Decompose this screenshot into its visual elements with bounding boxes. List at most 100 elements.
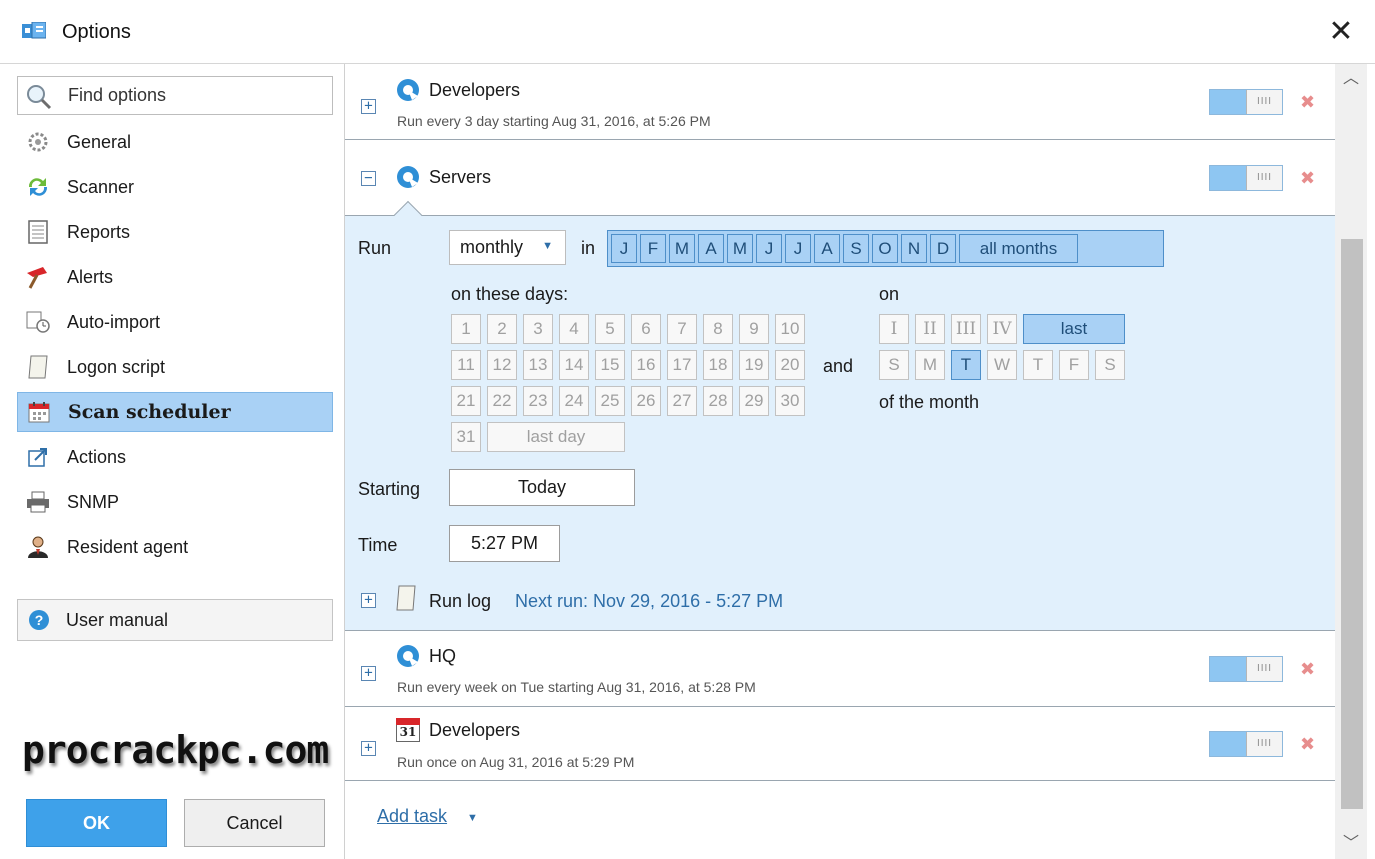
last-week-toggle[interactable]: last (1023, 314, 1125, 344)
time-field[interactable]: 5:27 PM (449, 525, 560, 562)
month-toggle-may[interactable]: M (727, 234, 753, 263)
add-task-link[interactable]: Add task (377, 806, 447, 827)
month-toggle-jun[interactable]: J (756, 234, 782, 263)
day-toggle[interactable]: 5 (595, 314, 625, 344)
day-toggle[interactable]: 3 (523, 314, 553, 344)
day-toggle[interactable]: 8 (703, 314, 733, 344)
day-toggle[interactable]: 4 (559, 314, 589, 344)
day-toggle[interactable]: 1 (451, 314, 481, 344)
ordinal-toggle[interactable]: IV (987, 314, 1017, 344)
delete-task-icon[interactable]: ✖ (1300, 168, 1315, 189)
day-toggle[interactable]: 28 (703, 386, 733, 416)
day-toggle[interactable]: 19 (739, 350, 769, 380)
expand-button[interactable]: + (361, 666, 376, 681)
weekday-toggle[interactable]: T (1023, 350, 1053, 380)
day-toggle[interactable]: 20 (775, 350, 805, 380)
weekday-toggle[interactable]: S (1095, 350, 1125, 380)
day-toggle[interactable]: 21 (451, 386, 481, 416)
day-toggle[interactable]: 25 (595, 386, 625, 416)
sidebar-item-snmp[interactable]: SNMP (17, 482, 333, 522)
weekday-toggle[interactable]: W (987, 350, 1017, 380)
weekday-toggle[interactable]: S (879, 350, 909, 380)
month-toggle-jan[interactable]: J (611, 234, 637, 263)
day-toggle[interactable]: 15 (595, 350, 625, 380)
day-toggle[interactable]: 10 (775, 314, 805, 344)
day-toggle[interactable]: 23 (523, 386, 553, 416)
task-row[interactable]: − Servers IIII ✖ (345, 140, 1335, 215)
vertical-scrollbar[interactable]: ︿ ﹀ (1335, 64, 1367, 859)
month-toggle-aug[interactable]: A (814, 234, 840, 263)
ordinal-toggle[interactable]: III (951, 314, 981, 344)
close-window-button[interactable]: ✕ (1321, 12, 1361, 52)
user-manual-button[interactable]: ? User manual (17, 599, 333, 641)
sidebar-item-scanner[interactable]: Scanner (17, 167, 333, 207)
day-toggle[interactable]: 17 (667, 350, 697, 380)
day-toggle[interactable]: 2 (487, 314, 517, 344)
day-toggle[interactable]: 24 (559, 386, 589, 416)
sidebar-item-reports[interactable]: Reports (17, 212, 333, 252)
day-toggle[interactable]: 29 (739, 386, 769, 416)
cancel-button[interactable]: Cancel (184, 799, 325, 847)
task-enable-toggle[interactable]: IIII (1209, 165, 1283, 191)
month-toggle-nov[interactable]: N (901, 234, 927, 263)
delete-task-icon[interactable]: ✖ (1300, 659, 1315, 680)
day-toggle[interactable]: 26 (631, 386, 661, 416)
task-enable-toggle[interactable]: IIII (1209, 656, 1283, 682)
month-toggle-sep[interactable]: S (843, 234, 869, 263)
run-log-expand-button[interactable]: + (361, 593, 376, 608)
task-row[interactable]: + Developers Run every 3 day starting Au… (345, 64, 1335, 140)
day-toggle[interactable]: 7 (667, 314, 697, 344)
weekday-toggle[interactable]: F (1059, 350, 1089, 380)
find-options-box[interactable] (17, 76, 333, 115)
sidebar-item-auto-import[interactable]: Auto-import (17, 302, 333, 342)
sidebar-item-alerts[interactable]: Alerts (17, 257, 333, 297)
collapse-button[interactable]: − (361, 171, 376, 186)
weekday-toggle-selected[interactable]: T (951, 350, 981, 380)
sidebar-item-general[interactable]: General (17, 122, 333, 162)
day-toggle[interactable]: 11 (451, 350, 481, 380)
task-enable-toggle[interactable]: IIII (1209, 89, 1283, 115)
sidebar-item-actions[interactable]: Actions (17, 437, 333, 477)
day-toggle[interactable]: 30 (775, 386, 805, 416)
ordinal-toggle[interactable]: I (879, 314, 909, 344)
last-day-toggle[interactable]: last day (487, 422, 625, 452)
day-toggle[interactable]: 16 (631, 350, 661, 380)
add-task-chevron-down-icon[interactable]: ▼ (467, 812, 478, 824)
task-enable-toggle[interactable]: IIII (1209, 731, 1283, 757)
expand-button[interactable]: + (361, 741, 376, 756)
day-toggle[interactable]: 12 (487, 350, 517, 380)
day-toggle[interactable]: 14 (559, 350, 589, 380)
sidebar-item-logon-script[interactable]: Logon script (17, 347, 333, 387)
starting-date-field[interactable]: Today (449, 469, 635, 506)
scroll-down-arrow-icon[interactable]: ﹀ (1335, 829, 1367, 859)
sidebar-item-scan-scheduler[interactable]: Scan scheduler (17, 392, 333, 432)
month-toggle-dec[interactable]: D (930, 234, 956, 263)
ok-button[interactable]: OK (26, 799, 167, 847)
month-toggle-apr[interactable]: A (698, 234, 724, 263)
all-months-toggle[interactable]: all months (959, 234, 1078, 263)
month-toggle-mar[interactable]: M (669, 234, 695, 263)
frequency-dropdown[interactable]: monthly ▼ (449, 230, 566, 265)
day-toggle[interactable]: 27 (667, 386, 697, 416)
scroll-thumb[interactable] (1341, 239, 1363, 809)
day-toggle[interactable]: 9 (739, 314, 769, 344)
ordinal-toggle[interactable]: II (915, 314, 945, 344)
weekday-toggle[interactable]: M (915, 350, 945, 380)
task-row[interactable]: + 31 Developers Run once on Aug 31, 2016… (345, 707, 1335, 781)
day-toggle[interactable]: 31 (451, 422, 481, 452)
next-run-text: Next run: Nov 29, 2016 - 5:27 PM (515, 591, 784, 611)
month-toggle-feb[interactable]: F (640, 234, 666, 263)
sidebar-item-resident-agent[interactable]: Resident agent (17, 527, 333, 567)
month-toggle-jul[interactable]: J (785, 234, 811, 263)
day-toggle[interactable]: 13 (523, 350, 553, 380)
task-row[interactable]: + HQ Run every week on Tue starting Aug … (345, 631, 1335, 707)
day-toggle[interactable]: 18 (703, 350, 733, 380)
day-toggle[interactable]: 22 (487, 386, 517, 416)
delete-task-icon[interactable]: ✖ (1300, 92, 1315, 113)
find-options-input[interactable] (66, 79, 326, 112)
month-toggle-oct[interactable]: O (872, 234, 898, 263)
delete-task-icon[interactable]: ✖ (1300, 734, 1315, 755)
expand-button[interactable]: + (361, 99, 376, 114)
scroll-up-arrow-icon[interactable]: ︿ (1335, 64, 1367, 94)
day-toggle[interactable]: 6 (631, 314, 661, 344)
